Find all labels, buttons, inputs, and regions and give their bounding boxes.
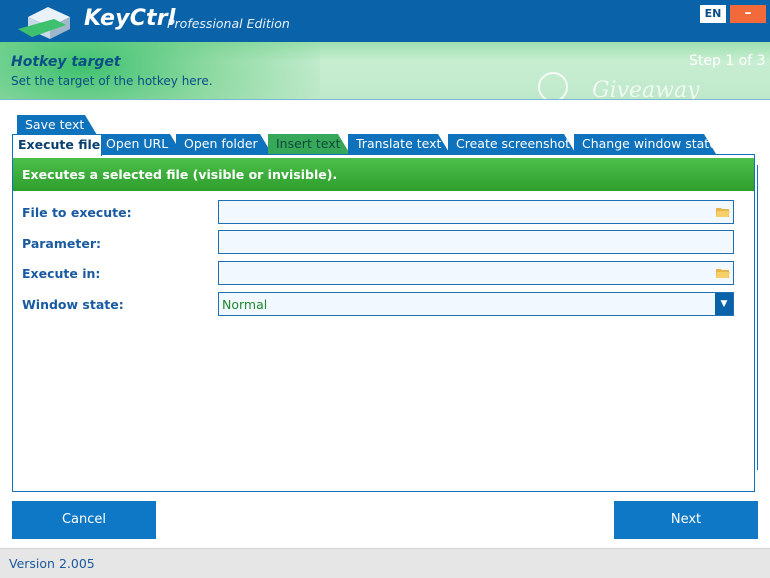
description-banner: Executes a selected file (visible or inv… — [13, 158, 754, 191]
status-bar: Version 2.005 — [0, 548, 770, 578]
window-state-select[interactable]: Normal ▼ — [218, 292, 734, 316]
tab-translate-text[interactable]: Translate text — [348, 134, 450, 154]
keyctrl-logo-icon — [18, 7, 70, 39]
page-title: Hotkey target — [11, 54, 121, 70]
parameter-input[interactable] — [218, 230, 734, 254]
app-name: KeyCtrl — [84, 6, 176, 31]
close-button[interactable]: – — [730, 5, 766, 23]
tab-save-text[interactable]: Save text — [17, 115, 97, 135]
language-button[interactable]: EN — [700, 5, 726, 23]
step-indicator: Step 1 of 3 — [689, 53, 766, 69]
next-button[interactable]: Next — [614, 501, 758, 539]
tab-panel: Executes a selected file (visible or inv… — [12, 154, 755, 492]
tab-insert-text[interactable]: Insert text — [268, 134, 350, 154]
title-bar: KeyCtrl Professional Edition EN – — [0, 0, 770, 42]
app-edition: Professional Edition — [167, 16, 290, 31]
tab-open-url[interactable]: Open URL — [98, 134, 182, 154]
execute-in-label: Execute in: — [22, 266, 101, 281]
header-decoration — [0, 42, 320, 99]
page-header: Hotkey target Set the target of the hotk… — [0, 42, 770, 100]
folder-icon[interactable] — [716, 206, 730, 218]
watermark-text: Giveaway — [592, 78, 700, 100]
version-label: Version 2.005 — [9, 556, 95, 571]
panel-edge — [757, 165, 758, 470]
execute-in-input[interactable] — [218, 261, 734, 285]
file-to-execute-label: File to execute: — [22, 205, 132, 220]
tab-change-window-state[interactable]: Change window state — [574, 134, 716, 154]
parameter-label: Parameter: — [22, 236, 101, 251]
file-to-execute-input[interactable] — [218, 200, 734, 224]
tab-open-folder[interactable]: Open folder — [176, 134, 272, 154]
cancel-button[interactable]: Cancel — [12, 501, 156, 539]
chevron-down-icon[interactable]: ▼ — [715, 293, 733, 315]
tab-execute-file[interactable]: Execute file — [12, 134, 102, 156]
window-state-value: Normal — [222, 297, 268, 312]
watermark-icon — [538, 72, 568, 99]
window-state-label: Window state: — [22, 297, 124, 312]
folder-icon[interactable] — [716, 267, 730, 279]
tab-create-screenshot[interactable]: Create screenshot — [448, 134, 576, 154]
page-subtitle: Set the target of the hotkey here. — [11, 74, 213, 88]
